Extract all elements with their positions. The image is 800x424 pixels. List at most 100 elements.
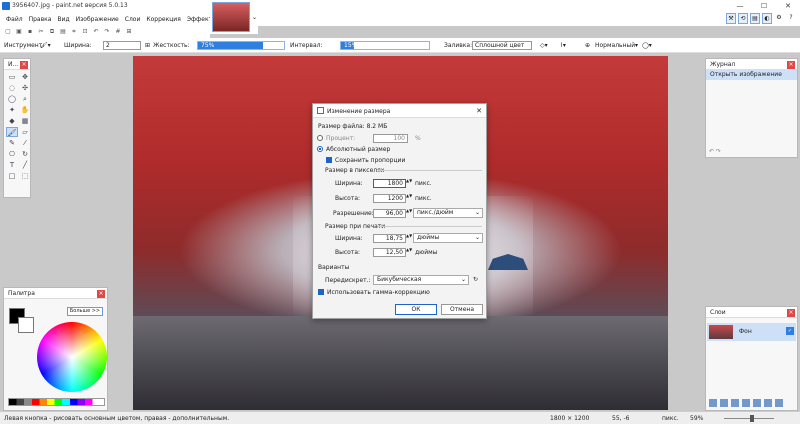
print-height-spinner[interactable]: ▲▼ bbox=[406, 248, 412, 257]
gradient-icon[interactable]: ▦ bbox=[19, 116, 31, 126]
move-icon[interactable]: ✥ bbox=[19, 72, 31, 82]
colors-window-icon[interactable]: ◐ bbox=[762, 13, 772, 24]
print-width-spinner[interactable]: ▲▼ bbox=[406, 234, 412, 243]
delete-layer-icon[interactable] bbox=[720, 399, 728, 407]
close-icon[interactable]: × bbox=[97, 290, 105, 298]
height-input[interactable]: 1200 bbox=[373, 194, 406, 203]
move-layer-down-icon[interactable] bbox=[764, 399, 772, 407]
copy-icon[interactable]: ⧉ bbox=[48, 28, 56, 36]
undo-icon[interactable]: ↶ bbox=[92, 28, 100, 36]
move-layer-up-icon[interactable] bbox=[753, 399, 761, 407]
menu-image[interactable]: Изображение bbox=[76, 16, 119, 23]
tools-window-icon[interactable]: ⚒ bbox=[726, 13, 736, 24]
layer-properties-icon[interactable] bbox=[775, 399, 783, 407]
layer-row[interactable]: Фон ✓ bbox=[707, 323, 796, 341]
brush-icon[interactable]: 🖌▾ bbox=[40, 41, 51, 50]
shapes-icon[interactable]: □ bbox=[6, 171, 18, 181]
select-icon[interactable]: ⬚ bbox=[19, 171, 31, 181]
units-select[interactable]: пикс. bbox=[662, 415, 679, 422]
secondary-color-swatch[interactable] bbox=[18, 317, 34, 333]
more-colors-button[interactable]: Больше >> bbox=[67, 307, 103, 316]
paint-bucket-icon[interactable]: ◆ bbox=[6, 116, 18, 126]
interval-slider[interactable]: 15% bbox=[340, 41, 430, 50]
history-window-icon[interactable]: ⟲ bbox=[738, 13, 748, 24]
maximize-button[interactable]: ☐ bbox=[752, 0, 776, 12]
ruler-icon[interactable]: ⊞ bbox=[125, 28, 133, 36]
move-selection-icon[interactable]: ✣ bbox=[19, 83, 31, 93]
close-icon[interactable]: × bbox=[787, 61, 795, 69]
keep-ratio-checkbox[interactable] bbox=[326, 157, 332, 163]
fill-select[interactable]: Сплошной цвет bbox=[472, 41, 532, 50]
line-icon[interactable]: ╱ bbox=[19, 160, 31, 170]
settings-gear-icon[interactable]: ⚙ bbox=[774, 13, 784, 24]
reset-icon[interactable]: ↻ bbox=[473, 276, 478, 283]
zoom-icon[interactable]: ⌕ bbox=[19, 94, 31, 104]
height-spinner[interactable]: ▲▼ bbox=[406, 194, 412, 203]
palette-swatches[interactable] bbox=[8, 398, 105, 406]
save-icon[interactable]: ▪ bbox=[26, 28, 34, 36]
lasso-icon[interactable]: ◌ bbox=[6, 83, 18, 93]
duplicate-layer-icon[interactable] bbox=[731, 399, 739, 407]
grid-icon[interactable]: # bbox=[114, 28, 122, 36]
magic-wand-icon[interactable]: ✦ bbox=[6, 105, 18, 115]
blend-mode-select[interactable]: Нормальный bbox=[595, 41, 635, 50]
antialias-icon[interactable]: ◇▾ bbox=[540, 41, 548, 50]
color-picker-icon[interactable]: ⁄ bbox=[19, 138, 31, 148]
close-icon[interactable]: × bbox=[787, 309, 795, 317]
zoom-slider[interactable] bbox=[724, 415, 774, 422]
paste-icon[interactable]: ▤ bbox=[59, 28, 67, 36]
minimize-button[interactable]: — bbox=[728, 0, 752, 12]
hardness-slider[interactable]: 75% bbox=[197, 41, 285, 50]
clone-stamp-icon[interactable]: ⎔ bbox=[6, 149, 18, 159]
absolute-size-radio[interactable] bbox=[317, 146, 323, 152]
ok-button[interactable]: ОК bbox=[395, 304, 437, 315]
close-window-button[interactable]: ✕ bbox=[776, 0, 800, 12]
width-spinner[interactable]: ▲▼ bbox=[406, 179, 412, 188]
ellipse-select-icon[interactable]: ◯ bbox=[6, 94, 18, 104]
redo-icon[interactable]: ↷ bbox=[103, 28, 111, 36]
eraser-icon[interactable]: ▱ bbox=[19, 127, 31, 137]
print-height-input[interactable]: 12,50 bbox=[373, 248, 406, 257]
close-icon[interactable]: × bbox=[20, 61, 28, 69]
menu-layers[interactable]: Слои bbox=[125, 16, 141, 23]
menu-adjustments[interactable]: Коррекция bbox=[146, 16, 180, 23]
print-width-input[interactable]: 18,75 bbox=[373, 234, 406, 243]
history-undo-redo-icons[interactable]: ↶ ↷ bbox=[709, 148, 721, 155]
new-file-icon[interactable]: ▢ bbox=[4, 28, 12, 36]
alpha-blend-icon[interactable]: ⌇▾ bbox=[560, 41, 566, 50]
menu-view[interactable]: Вид bbox=[57, 16, 69, 23]
gamma-checkbox[interactable] bbox=[318, 289, 324, 295]
close-dialog-icon[interactable]: ✕ bbox=[476, 107, 482, 115]
paintbrush-icon[interactable]: 🖌 bbox=[6, 127, 18, 137]
cut-icon[interactable]: ✂ bbox=[37, 28, 45, 36]
percent-input[interactable]: 100 bbox=[373, 134, 408, 143]
merge-layer-icon[interactable] bbox=[742, 399, 750, 407]
add-layer-icon[interactable] bbox=[709, 399, 717, 407]
width-input[interactable]: 1800 bbox=[373, 179, 406, 188]
resolution-spinner[interactable]: ▲▼ bbox=[406, 209, 412, 218]
recolor-icon[interactable]: ↻ bbox=[19, 149, 31, 159]
blend-mode-chevron-icon[interactable]: ▾ bbox=[635, 41, 638, 50]
menu-edit[interactable]: Правка bbox=[29, 16, 52, 23]
color-sampling-icon[interactable]: ◯▾ bbox=[642, 41, 652, 50]
history-item[interactable]: Открыть изображение bbox=[706, 70, 797, 80]
resolution-unit-select[interactable]: пикс./дюйм ⌄ bbox=[413, 208, 483, 218]
cancel-button[interactable]: Отмена bbox=[441, 304, 483, 315]
print-width-unit-select[interactable]: дюймы ⌄ bbox=[413, 233, 483, 243]
pencil-icon[interactable]: ✎ bbox=[6, 138, 18, 148]
zoom-slider-thumb[interactable] bbox=[750, 415, 754, 422]
open-folder-icon[interactable]: ▣ bbox=[15, 28, 23, 36]
crop-icon[interactable]: ⌗ bbox=[70, 28, 78, 36]
resolution-input[interactable]: 96,00 bbox=[373, 209, 406, 218]
brush-width-input[interactable]: 2 bbox=[103, 41, 141, 50]
layer-visibility-checkbox[interactable]: ✓ bbox=[786, 327, 794, 335]
zoom-value[interactable]: 59% bbox=[690, 415, 703, 422]
color-wheel[interactable] bbox=[37, 322, 107, 392]
deselect-icon[interactable]: ⊡ bbox=[81, 28, 89, 36]
percent-radio[interactable] bbox=[317, 135, 323, 141]
rect-select-icon[interactable]: ▭ bbox=[6, 72, 18, 82]
resampling-select[interactable]: Бикубическая ⌄ bbox=[373, 275, 469, 285]
image-tab-thumbnail[interactable] bbox=[212, 2, 250, 32]
pan-icon[interactable]: ✋ bbox=[19, 105, 31, 115]
chevron-down-icon[interactable]: ⌄ bbox=[252, 14, 257, 21]
